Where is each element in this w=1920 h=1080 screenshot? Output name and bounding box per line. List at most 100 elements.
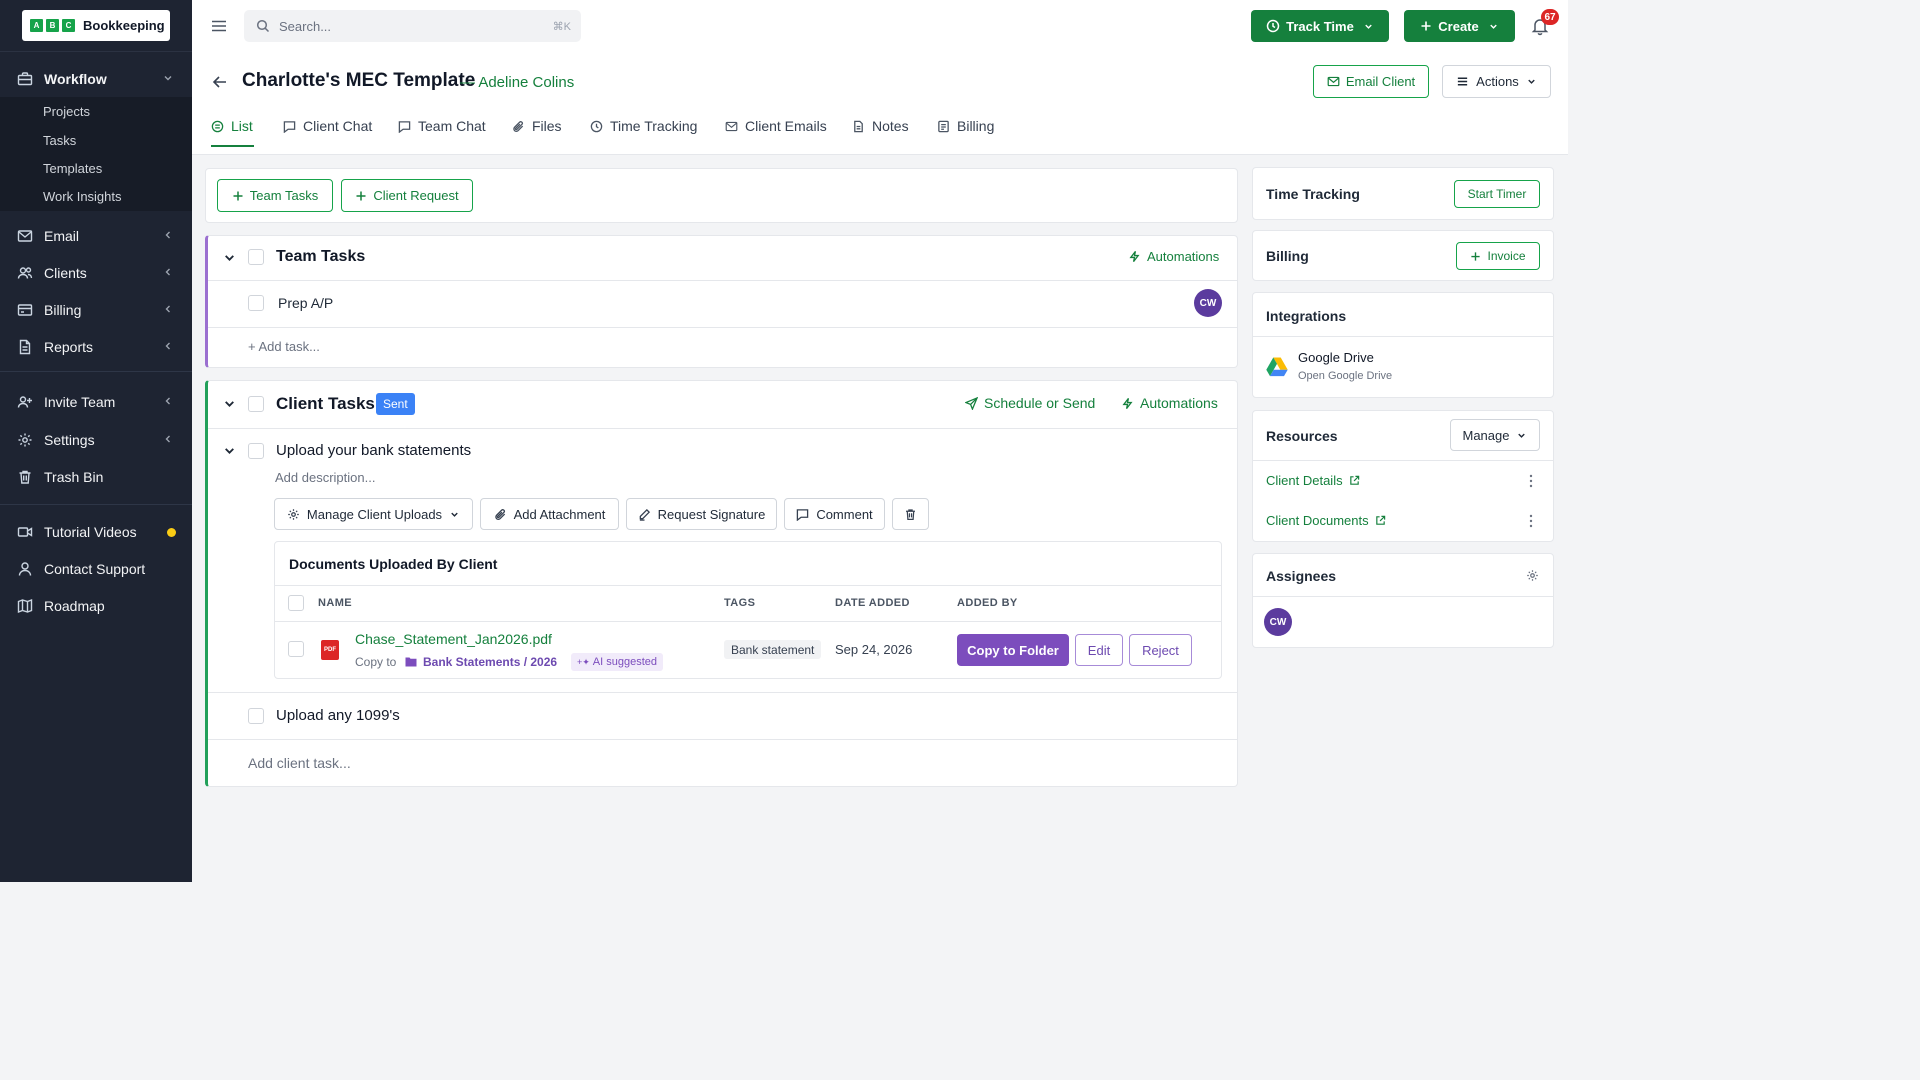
- tab-client-chat[interactable]: Client Chat: [283, 116, 372, 136]
- trash-icon: [906, 508, 915, 520]
- sidebar-item-settings[interactable]: Settings: [0, 425, 192, 455]
- create-button[interactable]: Create: [1404, 10, 1515, 42]
- tab-billing[interactable]: Billing: [937, 116, 994, 136]
- sidebar-item-billing[interactable]: Billing: [0, 295, 192, 325]
- document-row-checkbox[interactable]: [288, 641, 304, 657]
- sidebar-item-reports[interactable]: Reports: [0, 332, 192, 362]
- team-tasks-select-all-checkbox[interactable]: [248, 249, 264, 265]
- track-time-button[interactable]: Track Time: [1251, 10, 1389, 42]
- task-checkbox-upload-bank-statements[interactable]: [248, 443, 264, 459]
- client-tasks-select-all-checkbox[interactable]: [248, 396, 264, 412]
- open-google-drive-link[interactable]: Open Google Drive: [1298, 370, 1392, 382]
- start-timer-button[interactable]: Start Timer: [1454, 180, 1540, 208]
- task-checkbox-upload-1099s[interactable]: [248, 708, 264, 724]
- actions-dropdown[interactable]: Actions: [1442, 65, 1551, 98]
- manage-client-uploads-button[interactable]: Manage Client Uploads: [274, 498, 473, 530]
- column-header-date-added[interactable]: DATE ADDED: [835, 597, 910, 609]
- task-title-upload-bank-statements[interactable]: Upload your bank statements: [276, 442, 471, 459]
- tab-label: List: [231, 118, 253, 134]
- plus-icon: [356, 191, 366, 200]
- sidebar-item-trash-bin[interactable]: Trash Bin: [0, 462, 192, 492]
- sidebar-item-clients[interactable]: Clients: [0, 258, 192, 288]
- more-vertical-icon[interactable]: [1529, 514, 1533, 528]
- tab-label: Notes: [872, 118, 909, 134]
- copy-to-folder-button[interactable]: Copy to Folder: [957, 634, 1069, 666]
- manage-label: Manage: [1462, 427, 1510, 443]
- gear-icon: [18, 433, 32, 447]
- edit-document-button[interactable]: Edit: [1075, 634, 1123, 666]
- lightning-icon: [1129, 250, 1140, 263]
- sidebar-subitem-templates[interactable]: Templates: [43, 161, 102, 176]
- schedule-or-send-link[interactable]: Schedule or Send: [965, 395, 1095, 411]
- search-bar[interactable]: Search... ⌘K: [244, 10, 581, 42]
- tab-files[interactable]: Files: [512, 116, 562, 136]
- email-client-button[interactable]: Email Client: [1313, 65, 1429, 98]
- reject-document-button[interactable]: Reject: [1129, 634, 1192, 666]
- document-tag[interactable]: Bank statement: [724, 640, 822, 659]
- search-shortcut: ⌘K: [552, 20, 571, 33]
- avatar[interactable]: CW: [1264, 608, 1292, 636]
- add-client-task-input[interactable]: Add client task...: [248, 755, 351, 771]
- resources-title: Resources: [1266, 428, 1338, 444]
- chevron-left-icon: [165, 305, 170, 313]
- task-checkbox-prep-ap[interactable]: [248, 295, 264, 311]
- sidebar-item-contact-support[interactable]: Contact Support: [0, 554, 192, 584]
- sidebar-item-label: Settings: [44, 432, 95, 448]
- tab-list[interactable]: List: [211, 116, 253, 136]
- add-team-task-input[interactable]: + Add task...: [248, 339, 320, 354]
- column-header-added-by[interactable]: ADDED BY: [957, 597, 1018, 609]
- user-icon: [18, 562, 32, 576]
- chevron-down-icon[interactable]: [223, 397, 236, 410]
- google-drive-name[interactable]: Google Drive: [1298, 350, 1374, 365]
- tab-label: Files: [532, 118, 562, 134]
- sidebar-item-label: Contact Support: [44, 561, 146, 577]
- task-name-prep-ap[interactable]: Prep A/P: [278, 295, 333, 311]
- sidebar-subitem-tasks[interactable]: Tasks: [43, 133, 76, 148]
- client-automations-link[interactable]: Automations: [1121, 395, 1218, 411]
- add-attachment-button[interactable]: Add Attachment: [480, 498, 619, 530]
- hamburger-menu-icon[interactable]: [210, 17, 228, 35]
- chevron-down-icon[interactable]: [223, 251, 236, 264]
- chevron-left-icon: [165, 397, 170, 405]
- sidebar-item-invite-team[interactable]: Invite Team: [0, 387, 192, 417]
- client-tasks-title: Client Tasks: [276, 394, 375, 413]
- chevron-down-icon: [164, 76, 172, 81]
- sidebar-subitem-projects[interactable]: Projects: [43, 104, 90, 119]
- column-header-tags[interactable]: TAGS: [724, 597, 755, 609]
- sidebar-item-workflow[interactable]: Workflow: [0, 64, 192, 94]
- sidebar-item-email[interactable]: Email: [0, 221, 192, 251]
- avatar[interactable]: CW: [1194, 289, 1222, 317]
- suggested-folder-link[interactable]: Bank Statements / 2026: [423, 655, 557, 669]
- sidebar-subitem-work-insights[interactable]: Work Insights: [43, 189, 122, 204]
- documents-select-all-checkbox[interactable]: [288, 595, 304, 611]
- add-client-request-button[interactable]: Client Request: [341, 179, 473, 212]
- team-automations-link[interactable]: Automations: [1128, 249, 1219, 264]
- delete-task-button[interactable]: [892, 498, 929, 530]
- client-documents-link[interactable]: Client Documents: [1266, 513, 1386, 528]
- chevron-down-icon[interactable]: [223, 444, 236, 457]
- comment-button[interactable]: Comment: [784, 498, 885, 530]
- task-title-upload-1099s[interactable]: Upload any 1099's: [276, 707, 400, 724]
- email-client-label: Email Client: [1345, 74, 1416, 89]
- gear-icon[interactable]: [1526, 569, 1539, 582]
- client-details-link[interactable]: Client Details: [1266, 473, 1360, 488]
- task-description-input[interactable]: Add description...: [275, 470, 375, 485]
- column-header-name[interactable]: NAME: [318, 597, 352, 609]
- logo-bar: A B C Bookkeeping: [0, 0, 192, 52]
- tab-client-emails[interactable]: Client Emails: [725, 116, 827, 136]
- search-input[interactable]: Search...: [279, 19, 331, 34]
- sidebar-item-tutorial-videos[interactable]: Tutorial Videos: [0, 517, 192, 547]
- tab-time-tracking[interactable]: Time Tracking: [590, 116, 697, 136]
- arrow-left-icon[interactable]: [211, 73, 229, 91]
- more-vertical-icon[interactable]: [1529, 474, 1533, 488]
- add-team-tasks-button[interactable]: Team Tasks: [217, 179, 333, 212]
- logo[interactable]: A B C Bookkeeping: [22, 10, 170, 41]
- request-signature-button[interactable]: Request Signature: [626, 498, 777, 530]
- client-name-link[interactable]: — Adeline Colins: [460, 74, 574, 91]
- manage-resources-dropdown[interactable]: Manage: [1450, 419, 1540, 451]
- sidebar-item-roadmap[interactable]: Roadmap: [0, 591, 192, 621]
- tab-team-chat[interactable]: Team Chat: [398, 116, 486, 136]
- document-file-link[interactable]: Chase_Statement_Jan2026.pdf: [355, 631, 552, 647]
- add-invoice-button[interactable]: Invoice: [1456, 242, 1540, 270]
- tab-notes[interactable]: Notes: [852, 116, 909, 136]
